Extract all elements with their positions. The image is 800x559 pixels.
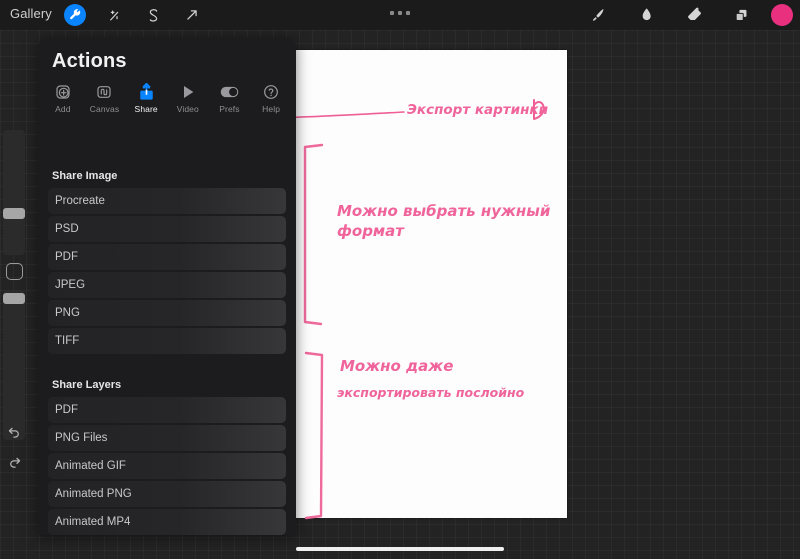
share-layers-section: Share Layers PDF PNG Files Animated GIF … [38,379,296,535]
page-title: Actions [52,50,127,72]
prefs-icon [220,82,239,101]
list-item-label: PNG Files [55,432,108,444]
list-item-psd[interactable]: PSD [48,216,286,242]
list-item-label: PSD [55,223,79,235]
tab-prefs-label: Prefs [219,104,240,114]
eraser-icon[interactable] [682,3,706,27]
list-item-label: PDF [55,404,78,416]
magic-wand-icon[interactable] [103,4,125,26]
tab-video-label: Video [176,104,199,114]
list-item-label: Animated MP4 [55,516,131,528]
list-item-label: Procreate [55,195,105,207]
top-toolbar: Gallery [0,0,800,30]
list-item-label: PNG [55,307,80,319]
video-icon [180,82,196,101]
canvas-icon [96,82,112,101]
list-item-layers-pdf[interactable]: PDF [48,397,286,423]
list-item-animated-gif[interactable]: Animated GIF [48,453,286,479]
undo-icon[interactable] [3,420,25,442]
wrench-icon[interactable] [64,4,86,26]
brush-size-thumb[interactable] [3,208,25,219]
list-item-label: TIFF [55,335,80,347]
tab-share[interactable]: Share [127,82,165,114]
list-item-animated-png[interactable]: Animated PNG [48,481,286,507]
share-image-section: Share Image Procreate PSD PDF JPEG PNG T… [38,170,296,356]
actions-panel: Actions Add Canvas Share Video Prefs Hel… [38,38,296,535]
tab-help-label: Help [262,104,281,114]
layers-icon[interactable] [729,3,753,27]
tab-add[interactable]: Add [44,82,82,114]
transform-icon[interactable] [181,4,203,26]
color-swatch[interactable] [771,4,793,26]
multitask-dots-icon[interactable] [390,11,410,15]
home-indicator[interactable] [296,547,504,551]
gallery-button[interactable]: Gallery [10,6,52,21]
tab-canvas[interactable]: Canvas [85,82,123,114]
procreate-app: Экспорт картинки Можно выбрать нужный фо… [0,0,800,559]
share-image-heading: Share Image [52,170,118,182]
list-item-animated-mp4[interactable]: Animated MP4 [48,509,286,535]
share-icon [138,82,155,101]
list-item-label: Animated GIF [55,460,126,472]
brush-icon[interactable] [586,3,610,27]
list-item-png[interactable]: PNG [48,300,286,326]
redo-icon[interactable] [3,450,25,472]
list-item-png-files[interactable]: PNG Files [48,425,286,451]
tab-help[interactable]: Help [252,82,290,114]
brush-size-slider[interactable] [3,130,25,255]
help-icon [263,82,279,101]
list-item-tiff[interactable]: TIFF [48,328,286,354]
tab-canvas-label: Canvas [89,104,120,114]
share-layers-heading: Share Layers [52,379,122,391]
list-item-jpeg[interactable]: JPEG [48,272,286,298]
tab-add-label: Add [55,104,71,114]
list-item-pdf[interactable]: PDF [48,244,286,270]
opacity-slider[interactable] [3,290,25,440]
drawing-canvas[interactable] [296,50,567,518]
tab-prefs[interactable]: Prefs [210,82,248,114]
tab-share-label: Share [134,104,158,114]
smudge-icon[interactable] [634,3,658,27]
actions-tabbar: Add Canvas Share Video Prefs Help [38,82,296,126]
list-item-procreate[interactable]: Procreate [48,188,286,214]
list-item-label: Animated PNG [55,488,132,500]
selection-icon[interactable] [142,4,164,26]
tab-video[interactable]: Video [169,82,207,114]
list-item-label: JPEG [55,279,86,291]
add-icon [55,82,71,101]
list-item-label: PDF [55,251,78,263]
left-sidebar [0,130,28,478]
modify-button[interactable] [6,263,23,280]
opacity-thumb[interactable] [3,293,25,304]
